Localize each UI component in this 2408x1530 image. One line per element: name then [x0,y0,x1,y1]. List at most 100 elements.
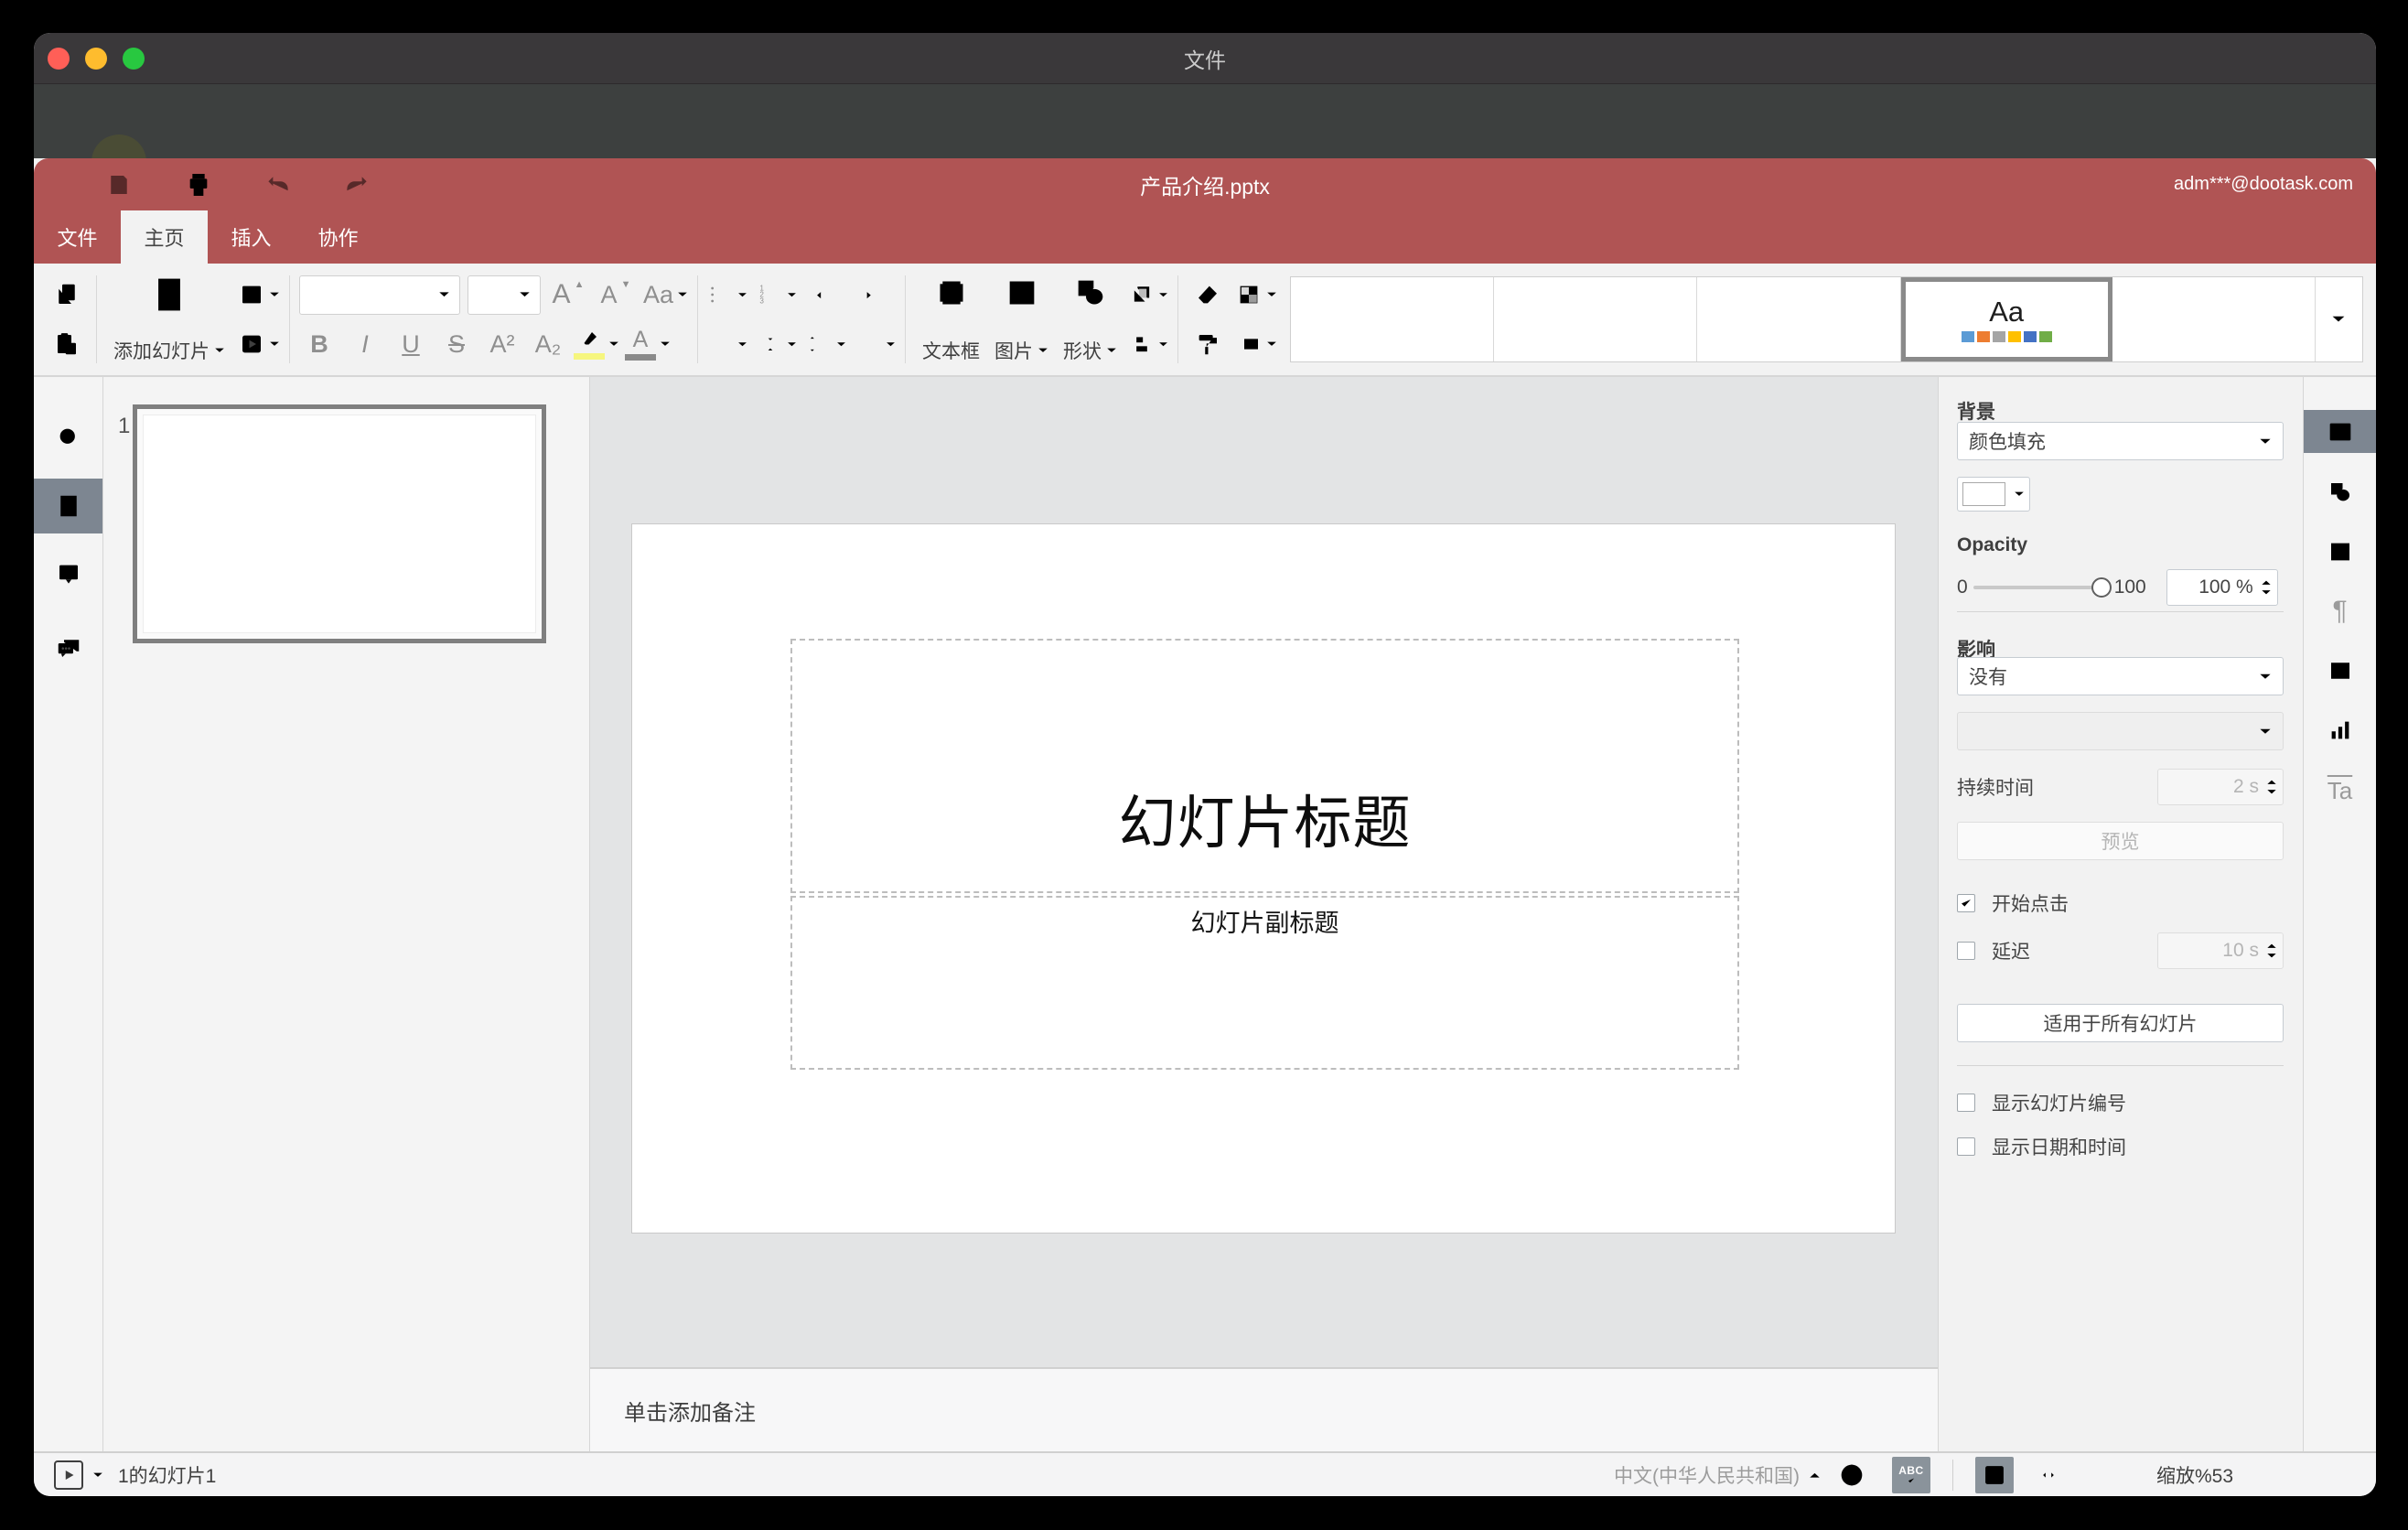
language-selector[interactable]: 中文(中华人民共和国) [1614,1461,1800,1489]
chat-panel-button[interactable] [34,620,102,675]
spell-check-button[interactable]: ABC [1891,1456,1930,1493]
italic-button[interactable]: I [345,323,385,365]
tab-home[interactable]: 主页 [121,210,208,264]
show-date-checkbox[interactable] [1957,1137,1975,1156]
arrange-shape-button[interactable] [1128,274,1168,316]
start-preview-button[interactable] [54,1460,83,1490]
color-scheme-button[interactable] [1235,274,1277,316]
tab-file[interactable]: 文件 [34,210,121,264]
increase-indent-button[interactable] [855,274,896,316]
search-panel-button[interactable] [34,410,102,465]
change-case-button[interactable]: Aa [643,274,688,316]
font-name-combo[interactable] [299,275,460,315]
insert-image-button[interactable]: 图片 [987,273,1056,366]
show-slide-number-checkbox[interactable] [1957,1094,1975,1112]
zoom-out-button[interactable] [2096,1463,2120,1487]
tab-insert[interactable]: 插入 [208,210,295,264]
theme-gallery-item[interactable] [1494,277,1698,361]
opacity-spinner[interactable]: 100 % [2166,569,2278,606]
theme-gallery-item-selected[interactable]: Aa [1900,277,2112,361]
effect-type-dropdown[interactable] [1957,712,2284,750]
table-settings-button[interactable] [2304,649,2376,692]
line-spacing-button[interactable] [806,323,846,365]
font-larger-button[interactable]: A ▲ [548,274,588,316]
slides-panel-button[interactable] [34,479,102,533]
copy-button[interactable] [47,274,87,316]
fit-to-slide-button[interactable] [1974,1456,2014,1493]
stepper-down-icon[interactable] [2266,953,2277,959]
theme-gallery-item[interactable] [1697,277,1901,361]
preview-button[interactable]: 预览 [1957,822,2284,860]
textart-settings-button[interactable]: Ta [2304,769,2376,812]
delay-checkbox[interactable] [1957,942,1975,960]
bold-button[interactable]: B [299,323,339,365]
horizontal-align-button[interactable] [707,323,747,365]
numbering-button[interactable] [757,274,797,316]
align-shape-button[interactable] [1128,323,1168,365]
stepper-up-icon[interactable] [2266,779,2277,785]
chevron-down-icon[interactable] [92,1471,103,1479]
stepper-up-icon[interactable] [2266,943,2277,949]
header-menu-button[interactable] [2326,210,2353,264]
bullets-button[interactable] [707,274,747,316]
columns-button[interactable] [855,323,896,365]
theme-gallery-item[interactable] [1291,277,1495,361]
notes-area[interactable]: 单击添加备注 [590,1367,1938,1451]
image-icon [1004,275,1040,311]
font-size-combo[interactable] [468,275,541,315]
decrease-indent-button[interactable] [806,274,846,316]
delay-spinner[interactable]: 10 s [2157,932,2284,969]
chevron-up-icon[interactable] [1809,1471,1821,1479]
slide-layout-button[interactable] [238,274,280,316]
stepper-down-icon[interactable] [2261,589,2272,596]
opacity-slider-handle[interactable] [2091,577,2112,598]
background-color-picker[interactable] [1957,477,2030,512]
clear-style-button[interactable] [1188,274,1228,316]
slide-thumbnails-panel: 1 [103,377,590,1451]
effect-dropdown[interactable]: 没有 [1957,657,2284,695]
shape-settings-button[interactable] [2304,470,2376,513]
theme-gallery-expand-button[interactable] [2314,277,2362,361]
slide-canvas[interactable]: 幻灯片标题 幻灯片副标题 [631,523,1896,1234]
subscript-button[interactable]: A₂ [528,323,568,365]
slide-size-button[interactable] [1235,323,1277,365]
set-language-button[interactable] [1837,1460,1866,1490]
close-editor-button[interactable] [2323,108,2350,135]
duration-spinner[interactable]: 2 s [2157,769,2284,805]
slide-settings-button[interactable] [2304,410,2376,453]
paste-button[interactable] [47,323,87,365]
slide-thumbnail-number: 1 [118,414,131,438]
underline-button[interactable]: U [391,323,431,365]
start-on-click-checkbox[interactable] [1957,894,1975,912]
background-fill-dropdown[interactable]: 颜色填充 [1957,422,2284,460]
highlight-color-button[interactable] [574,323,619,365]
image-settings-button[interactable] [2304,530,2376,573]
subtitle-placeholder[interactable]: 幻灯片副标题 [790,896,1739,1070]
copy-style-button[interactable] [1188,323,1228,365]
strikeout-button[interactable]: S [436,323,477,365]
chart-settings-button[interactable] [2304,708,2376,751]
add-slide-button[interactable]: 添加幻灯片 [106,273,232,366]
insert-textbox-button[interactable]: 文本框 [915,273,987,366]
paragraph-settings-button[interactable]: ¶ [2304,589,2376,632]
opacity-slider[interactable] [1973,577,2112,598]
superscript-button[interactable]: A² [482,323,522,365]
tab-collaboration[interactable]: 协作 [295,210,382,264]
eraser-icon [1194,281,1221,308]
theme-gallery-item[interactable] [2112,277,2315,361]
slide-thumbnail-preview [143,415,536,633]
comments-panel-button[interactable] [34,546,102,601]
start-slideshow-button[interactable] [238,323,280,365]
vertical-align-button[interactable] [757,323,797,365]
stepper-up-icon[interactable] [2261,579,2272,586]
stepper-down-icon[interactable] [2266,789,2277,795]
columns-icon [856,331,882,357]
insert-shape-button[interactable]: 形状 [1056,273,1124,366]
apply-to-all-slides-button[interactable]: 适用于所有幻灯片 [1957,1004,2284,1042]
fit-to-width-button[interactable] [2036,1462,2061,1488]
font-smaller-button[interactable]: A ▼ [596,274,636,316]
title-placeholder[interactable]: 幻灯片标题 [790,639,1739,893]
zoom-in-button[interactable] [2270,1463,2294,1487]
font-color-button[interactable]: A [625,323,671,365]
slide-thumbnail[interactable] [133,404,546,643]
